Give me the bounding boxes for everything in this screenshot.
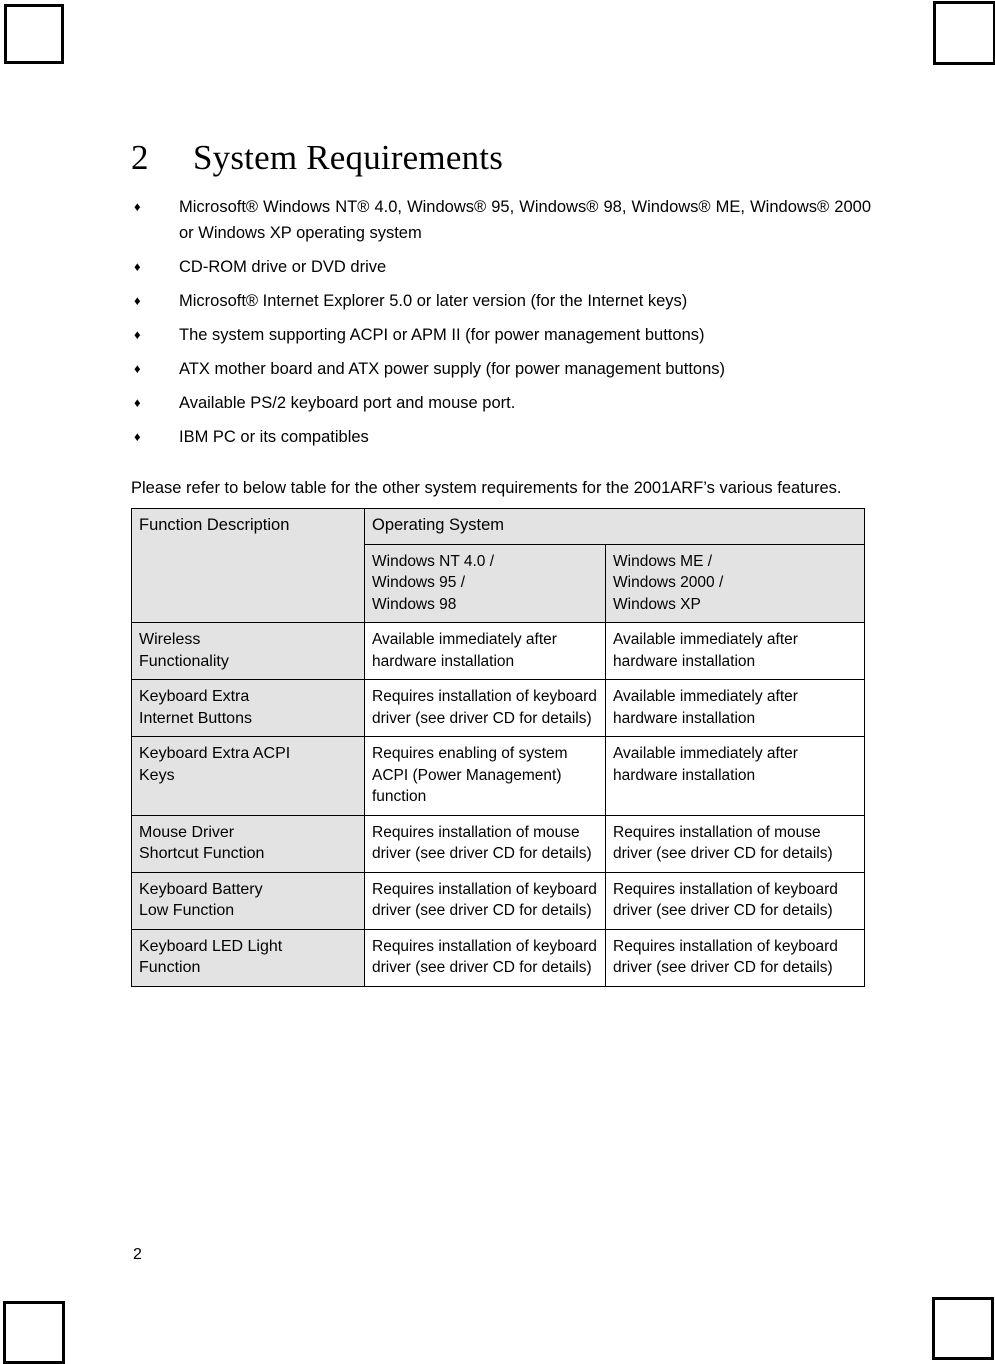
os-modern-cell: Requires installation of mouse driver (s…: [605, 814, 865, 873]
column-header-function-description: Function Description: [131, 508, 365, 623]
os-legacy-cell: Requires installation of keyboard driver…: [364, 871, 606, 930]
requirement-text: Microsoft® Internet Explorer 5.0 or late…: [179, 292, 688, 310]
system-requirements-table: Function Description Operating System Wi…: [131, 508, 865, 987]
function-name-cell: Keyboard Extra Internet Buttons: [131, 679, 365, 737]
list-item: ♦ ATX mother board and ATX power supply …: [131, 356, 871, 382]
function-name-cell: Keyboard Extra ACPI Keys: [131, 736, 365, 816]
os-legacy-cell: Requires installation of keyboard driver…: [364, 679, 606, 737]
function-name-line-1: Keyboard LED Light: [139, 937, 283, 955]
diamond-bullet-icon: ♦: [134, 327, 141, 342]
requirement-text: IBM PC or its compatibles: [179, 428, 369, 446]
page-content: 2 System Requirements ♦ Microsoft® Window…: [131, 136, 871, 987]
page-title: 2 System Requirements: [131, 136, 871, 180]
function-name-line-1: Keyboard Battery: [139, 880, 263, 898]
function-name-line-2: Functionality: [139, 652, 229, 670]
crop-mark-bottom-right: [932, 1297, 994, 1360]
requirement-text: The system supporting ACPI or APM II (fo…: [179, 326, 705, 344]
crop-mark-top-right: [933, 1, 995, 65]
function-name-line-2: Function: [139, 959, 201, 976]
os-modern-cell: Requires installation of keyboard driver…: [605, 871, 865, 930]
chapter-title: System Requirements: [193, 138, 504, 177]
os-legacy-cell: Requires enabling of system ACPI (Power …: [364, 736, 606, 816]
function-name-cell: Keyboard LED Light Function: [131, 928, 365, 987]
chapter-number: 2: [131, 138, 149, 177]
list-item: ♦ Microsoft® Internet Explorer 5.0 or la…: [131, 288, 871, 314]
diamond-bullet-icon: ♦: [134, 293, 141, 308]
os-legacy-cell: Requires installation of mouse driver (s…: [364, 814, 606, 873]
system-requirements-list: ♦ Microsoft® Windows NT® 4.0, Windows® 9…: [131, 194, 871, 450]
function-name-cell: Keyboard Battery Low Function: [131, 871, 365, 930]
function-name-line-2: Shortcut Function: [139, 845, 265, 862]
list-item: ♦ The system supporting ACPI or APM II (…: [131, 322, 871, 348]
function-name-cell: Wireless Functionality: [131, 622, 365, 680]
intro-paragraph: Please refer to below table for the othe…: [131, 479, 842, 497]
diamond-bullet-icon: ♦: [134, 361, 141, 376]
requirement-text: ATX mother board and ATX power supply (f…: [179, 360, 725, 378]
os-legacy-line-3: Windows 98: [372, 595, 457, 613]
list-item: ♦ IBM PC or its compatibles: [131, 424, 871, 450]
os-legacy-cell: Available immediately after hardware ins…: [364, 622, 606, 680]
function-name-line-2: Keys: [139, 766, 175, 784]
table-row: Wireless Functionality Available immedia…: [131, 622, 865, 680]
function-name-line-2: Internet Buttons: [139, 709, 252, 727]
list-item: ♦ Available PS/2 keyboard port and mouse…: [131, 390, 871, 416]
function-name-line-2: Low Function: [139, 902, 235, 919]
function-name-cell: Mouse Driver Shortcut Function: [131, 814, 365, 873]
os-modern-line-3: Windows XP: [613, 595, 701, 613]
column-header-os-legacy: Windows NT 4.0 / Windows 95 / Windows 98: [364, 543, 606, 623]
os-legacy-line-1: Windows NT 4.0 /: [372, 552, 495, 570]
os-modern-cell: Available immediately after hardware ins…: [605, 622, 865, 680]
table-row: Keyboard Extra Internet Buttons Requires…: [131, 679, 865, 737]
os-legacy-cell: Requires installation of keyboard driver…: [364, 928, 606, 987]
table-row: Mouse Driver Shortcut Function Requires …: [131, 814, 865, 873]
os-modern-line-2: Windows 2000 /: [613, 574, 724, 591]
function-name-line-1: Wireless: [139, 631, 201, 648]
list-item: ♦ CD-ROM drive or DVD drive: [131, 254, 871, 280]
requirement-text: Available PS/2 keyboard port and mouse p…: [179, 394, 516, 412]
os-modern-cell: Requires installation of keyboard driver…: [605, 928, 865, 987]
diamond-bullet-icon: ♦: [134, 199, 141, 214]
os-modern-cell: Available immediately after hardware ins…: [605, 679, 865, 737]
crop-mark-top-left: [4, 4, 64, 64]
table-row: Keyboard Battery Low Function Requires i…: [131, 871, 865, 930]
function-name-line-1: Keyboard Extra: [139, 688, 250, 705]
table-row: Keyboard Extra ACPI Keys Requires enabli…: [131, 736, 865, 816]
page-number: 2: [133, 1246, 142, 1263]
os-modern-cell: Available immediately after hardware ins…: [605, 736, 865, 816]
requirement-text: CD-ROM drive or DVD drive: [179, 258, 387, 276]
list-item: ♦ Microsoft® Windows NT® 4.0, Windows® 9…: [131, 194, 871, 246]
diamond-bullet-icon: ♦: [134, 429, 141, 444]
crop-mark-bottom-left: [3, 1301, 65, 1364]
table-header-row-group: Function Description Operating System: [131, 508, 865, 623]
diamond-bullet-icon: ♦: [134, 395, 141, 410]
requirement-text: Microsoft® Windows NT® 4.0, Windows® 95,…: [179, 198, 871, 242]
os-legacy-line-2: Windows 95 /: [372, 574, 466, 591]
function-name-line-1: Keyboard Extra ACPI: [139, 745, 291, 762]
column-header-os-modern: Windows ME / Windows 2000 / Windows XP: [605, 543, 865, 623]
document-page: 2 System Requirements ♦ Microsoft® Window…: [0, 0, 995, 1364]
table-row: Keyboard LED Light Function Requires ins…: [131, 928, 865, 987]
diamond-bullet-icon: ♦: [134, 259, 141, 274]
os-modern-line-1: Windows ME /: [613, 552, 713, 570]
function-name-line-1: Mouse Driver: [139, 823, 235, 841]
column-group-header-operating-system: Operating System: [364, 508, 865, 545]
